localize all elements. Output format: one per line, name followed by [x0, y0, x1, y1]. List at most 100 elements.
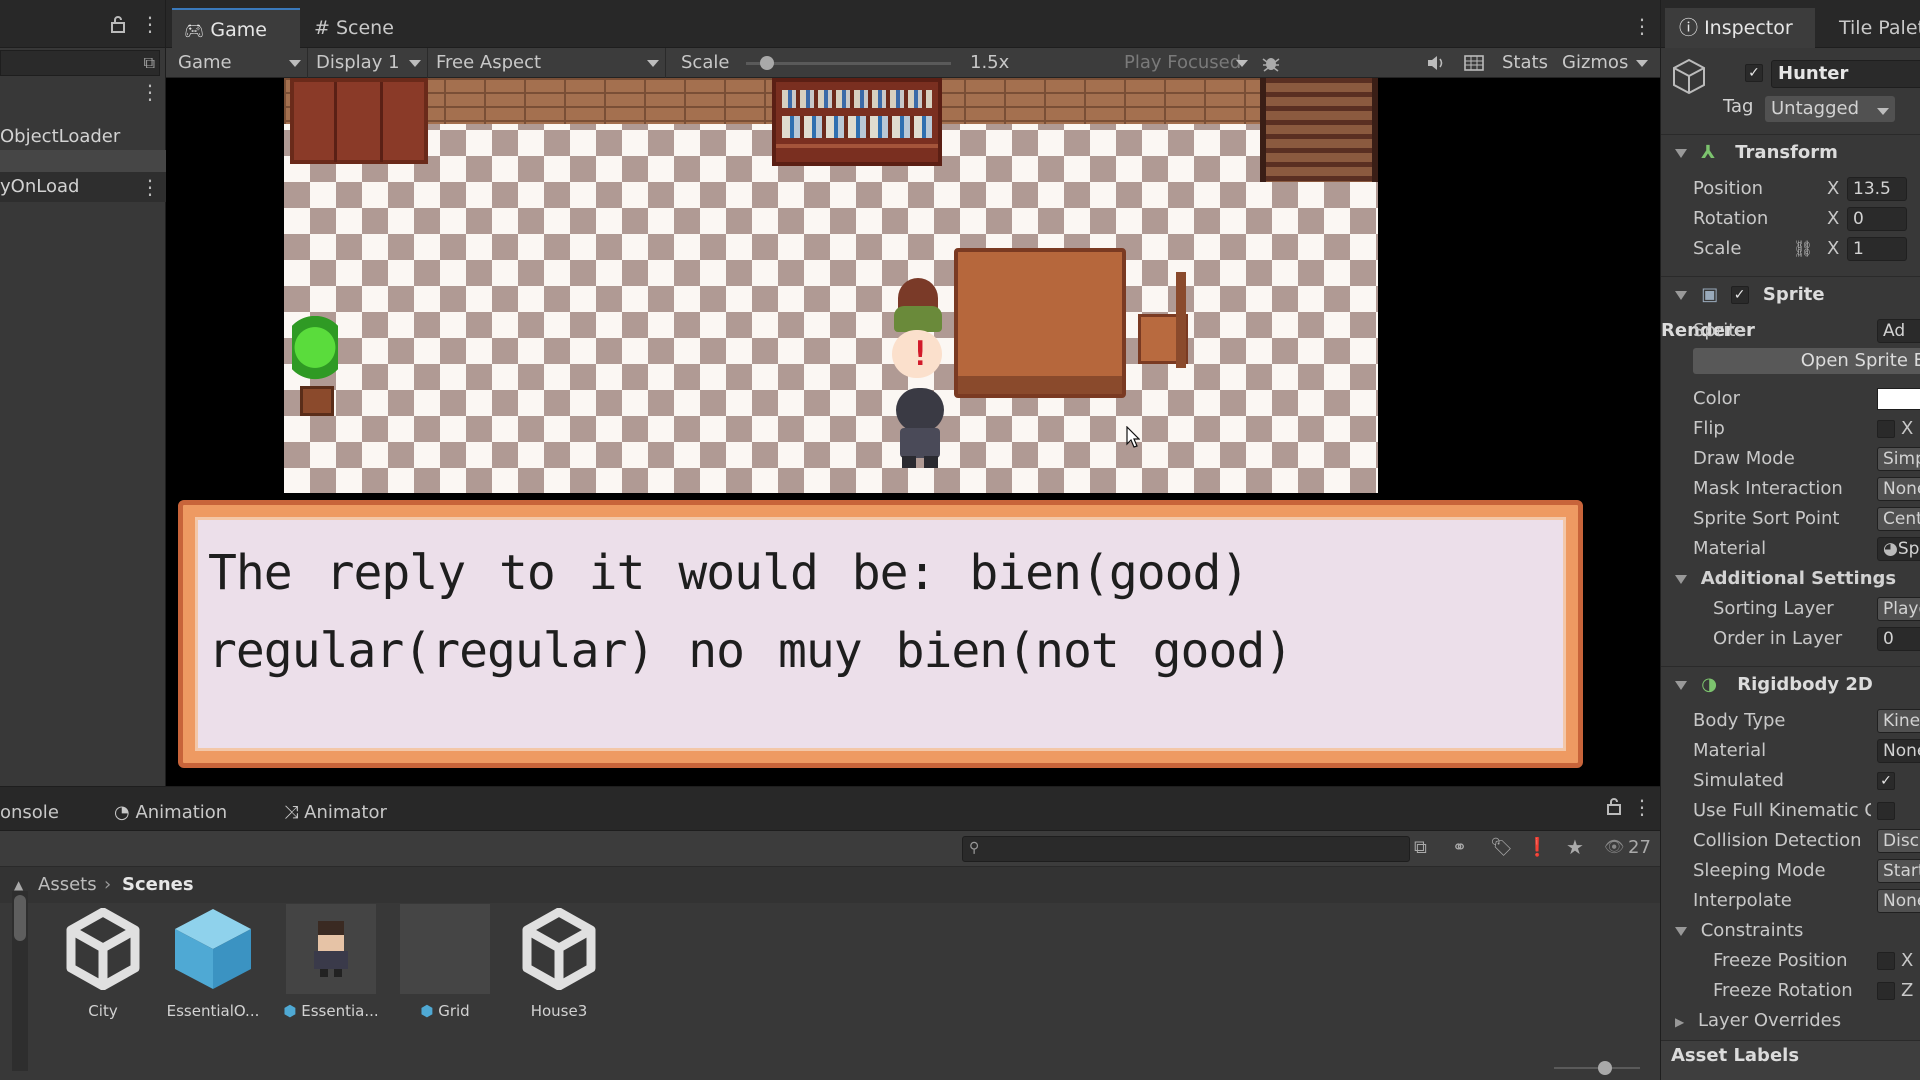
warning-icon[interactable]: ❗: [1526, 837, 1548, 858]
simulated-checkbox[interactable]: ✓: [1877, 772, 1895, 790]
scale-slider-thumb[interactable]: [760, 56, 774, 70]
lock-icon[interactable]: [108, 14, 128, 34]
freeze-rotation-z-checkbox[interactable]: [1877, 982, 1895, 1000]
zoom-slider-thumb[interactable]: [1598, 1061, 1612, 1075]
more-menu-icon[interactable]: ⋮: [1632, 795, 1652, 819]
zoom-slider[interactable]: [1554, 1061, 1640, 1075]
tab-game[interactable]: 🎮︎ Game: [172, 8, 300, 48]
project-search-row: ⚲ ⧉ ⚭ 🏷︎ ❗ ★ 👁︎ 27: [0, 831, 1660, 867]
object-name-field[interactable]: Hunter: [1771, 60, 1920, 88]
tab-inspector[interactable]: ⓘ Inspector: [1665, 8, 1815, 48]
audio-icon[interactable]: [1422, 48, 1450, 78]
hierarchy-item-dontdestroy[interactable]: yOnLoad ⋮: [0, 172, 166, 202]
tab-tile-palette[interactable]: Tile Palett: [1839, 8, 1920, 48]
scale-label: Scale: [681, 52, 730, 73]
full-kinematic-checkbox[interactable]: [1877, 802, 1895, 820]
filter-type-icon[interactable]: ⚭: [1452, 837, 1467, 858]
stats-button[interactable]: Stats: [1502, 48, 1548, 78]
constraints-foldout[interactable]: Constraints: [1661, 916, 1920, 946]
position-x-field[interactable]: 13.5: [1847, 177, 1907, 201]
body-type-label: Body Type: [1693, 710, 1786, 731]
exclamation-icon: !: [910, 334, 931, 374]
sorting-layer-dropdown[interactable]: Playe: [1877, 597, 1920, 621]
gizmos-dropdown[interactable]: Gizmos: [1556, 48, 1654, 78]
asset-house3[interactable]: House3: [504, 904, 614, 1020]
label-tag-icon[interactable]: 🏷︎: [1490, 837, 1513, 858]
tab-animation[interactable]: ◔ Animation: [114, 795, 274, 831]
sprite-sort-point-dropdown[interactable]: Cent: [1877, 507, 1920, 531]
order-in-layer-field[interactable]: 0: [1877, 627, 1920, 651]
sleeping-mode-dropdown[interactable]: Start: [1877, 859, 1920, 883]
asset-essentials-sprite[interactable]: ⬢ Essentia...: [276, 904, 386, 1020]
bug-icon[interactable]: [1256, 48, 1286, 78]
tab-animator[interactable]: ⤨ Animator: [284, 795, 424, 831]
npc-character: !: [890, 278, 946, 388]
draw-mode-dropdown[interactable]: Simp: [1877, 447, 1920, 471]
scale-row: Scale ⛓ X 1: [1661, 234, 1920, 264]
color-swatch[interactable]: [1877, 388, 1920, 410]
hidden-packages-eye-icon[interactable]: 👁︎: [1604, 837, 1624, 856]
favorite-star-icon[interactable]: ★: [1566, 835, 1584, 859]
asset-essentialobjects[interactable]: EssentialO...: [158, 904, 268, 1020]
sprite-field[interactable]: Ad: [1877, 319, 1920, 343]
asset-grid[interactable]: ⬢ Grid: [390, 904, 500, 1020]
play-focused-dropdown[interactable]: Play Focused: [1118, 48, 1254, 78]
flip-label: Flip: [1693, 418, 1725, 439]
tab-scene[interactable]: # Scene: [302, 8, 422, 48]
open-sprite-editor-button[interactable]: Open Sprite E: [1693, 348, 1920, 374]
collision-detection-dropdown[interactable]: Discr: [1877, 829, 1920, 853]
frame-debugger-icon[interactable]: [1460, 48, 1488, 78]
project-search-input[interactable]: ⚲: [962, 836, 1410, 862]
wooden-cabinet: [290, 78, 428, 164]
mask-interaction-dropdown[interactable]: None: [1877, 477, 1920, 501]
interpolate-row: Interpolate None: [1661, 886, 1920, 916]
scale-slider[interactable]: [736, 48, 956, 78]
hierarchy-search[interactable]: ⧉: [0, 50, 160, 76]
freeze-position-x-checkbox[interactable]: [1877, 952, 1895, 970]
sprite-renderer-header[interactable]: ▣ ✓ Sprite Renderer: [1661, 276, 1920, 341]
project-scrollbar[interactable]: [12, 891, 28, 1071]
more-menu-icon[interactable]: ⋮: [1632, 14, 1652, 38]
breadcrumb-scenes[interactable]: Scenes: [122, 867, 194, 903]
tab-console[interactable]: onsole: [0, 795, 100, 831]
transform-header[interactable]: ⅄ Transform: [1661, 134, 1920, 170]
prefab-small-icon: ⬢: [420, 1002, 434, 1020]
active-checkbox[interactable]: ✓: [1745, 64, 1763, 82]
scale-x-field[interactable]: 1: [1847, 237, 1907, 261]
sleeping-mode-row: Sleeping Mode Start: [1661, 856, 1920, 886]
more-menu-icon[interactable]: ⋮: [140, 12, 160, 36]
body-type-dropdown[interactable]: Kinem: [1877, 709, 1920, 733]
chair-back: [1176, 272, 1186, 368]
tag-dropdown[interactable]: Untagged: [1765, 96, 1895, 122]
order-in-layer-label: Order in Layer: [1713, 628, 1843, 649]
search-scope-icon[interactable]: ⧉: [1414, 837, 1427, 858]
rotation-x-field[interactable]: 0: [1847, 207, 1907, 231]
interpolate-dropdown[interactable]: None: [1877, 889, 1920, 913]
rigidbody2d-header[interactable]: ◑ Rigidbody 2D: [1661, 666, 1920, 702]
bookshelf: [772, 78, 942, 166]
link-constrain-icon[interactable]: ⛓: [1793, 234, 1813, 264]
sprite-renderer-enabled-checkbox[interactable]: ✓: [1730, 286, 1749, 304]
aspect-dropdown[interactable]: Free Aspect: [430, 48, 666, 78]
axis-x-label: X: [1827, 178, 1840, 199]
animator-icon: ⤨: [284, 802, 299, 823]
breadcrumb-assets[interactable]: Assets: [38, 867, 97, 903]
scrollbar-thumb[interactable]: [14, 895, 26, 941]
game-mode-dropdown[interactable]: Game: [172, 48, 308, 78]
flip-row: Flip X: [1661, 414, 1920, 444]
flip-x-checkbox[interactable]: [1877, 420, 1895, 438]
asset-city[interactable]: City: [48, 904, 158, 1020]
more-menu-icon[interactable]: ⋮: [140, 172, 160, 202]
layer-overrides-foldout[interactable]: ▶ Layer Overrides: [1661, 1006, 1920, 1036]
hierarchy-item-objectloader[interactable]: ObjectLoader: [0, 122, 166, 152]
material-field[interactable]: ◕Sp: [1877, 537, 1920, 561]
scene-menu-icon[interactable]: ⋮: [140, 80, 160, 104]
lock-icon[interactable]: [1606, 797, 1622, 820]
rotation-row: Rotation X 0: [1661, 204, 1920, 234]
asset-label: Grid: [438, 1002, 470, 1020]
additional-settings-foldout[interactable]: Additional Settings: [1661, 564, 1920, 594]
position-row: Position X 13.5: [1661, 174, 1920, 204]
rb-material-field[interactable]: None: [1877, 739, 1920, 763]
display-dropdown[interactable]: Display 1: [310, 48, 428, 78]
search-scope-icon[interactable]: ⧉: [144, 53, 155, 73]
